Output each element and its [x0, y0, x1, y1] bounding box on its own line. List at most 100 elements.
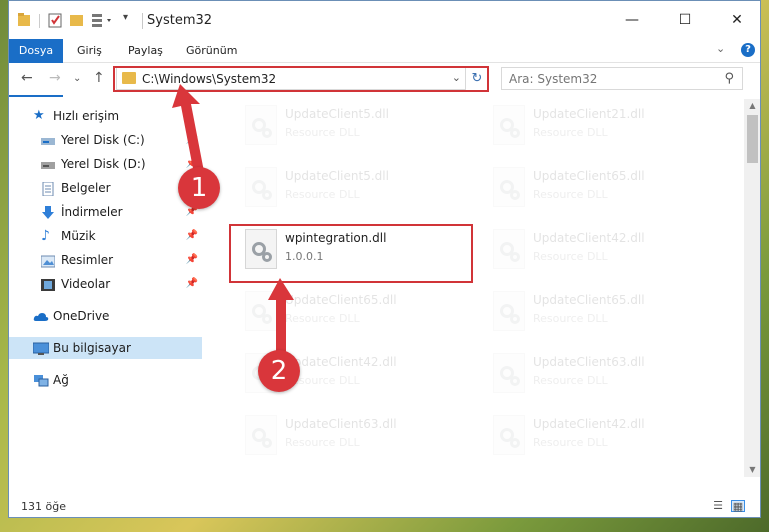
videos-icon [41, 277, 55, 291]
cloud-icon [33, 309, 49, 323]
file-description: Resource DLL [533, 126, 608, 139]
dll-file-icon [493, 167, 525, 207]
new-folder-icon[interactable] [69, 12, 85, 30]
vertical-scrollbar[interactable]: ▲ ▼ [744, 99, 760, 477]
file-item[interactable]: UpdateClient5.dll Resource DLL [229, 161, 461, 219]
file-name: UpdateClient21.dll [533, 107, 645, 121]
step-badge-2: 2 [258, 350, 300, 392]
minimize-button[interactable]: — [609, 1, 655, 39]
dll-file-icon [493, 415, 525, 455]
sidebar-item-label: Bu bilgisayar [53, 341, 131, 355]
title-separator [142, 13, 143, 29]
file-item[interactable]: UpdateClient65.dll Resource DLL [477, 161, 709, 219]
expand-ribbon-icon[interactable]: ⌄ [716, 42, 725, 55]
sidebar-item-label: Resimler [61, 253, 114, 267]
sidebar-item-label: İndirmeler [61, 205, 123, 219]
maximize-button[interactable]: ☐ [662, 1, 708, 39]
tab-share[interactable]: Paylaş [116, 39, 175, 63]
sidebar-item-this-pc[interactable]: Bu bilgisayar [9, 337, 202, 359]
tab-home[interactable]: Giriş [65, 39, 114, 63]
file-highlight-box [229, 224, 473, 283]
file-name: UpdateClient42.dll [533, 417, 645, 431]
chevron-down-icon[interactable]: ▾ [123, 12, 133, 30]
file-item[interactable]: UpdateClient65.dll Resource DLL [477, 285, 709, 343]
computer-icon [32, 341, 50, 355]
dll-file-icon [245, 415, 277, 455]
scroll-down-icon[interactable]: ▼ [744, 463, 760, 477]
scrollbar-thumb[interactable] [747, 115, 758, 163]
music-icon: ♪ [41, 228, 50, 244]
file-description: Resource DLL [533, 188, 608, 201]
close-button[interactable]: ✕ [714, 1, 760, 39]
forward-button[interactable]: → [49, 70, 61, 86]
file-item[interactable]: UpdateClient5.dll Resource DLL [229, 99, 461, 157]
dll-file-icon [245, 105, 277, 145]
step-badge-1: 1 [178, 167, 220, 209]
file-name: UpdateClient42.dll [285, 355, 397, 369]
file-name: UpdateClient5.dll [285, 169, 389, 183]
network-icon [33, 373, 49, 387]
dll-file-icon [493, 291, 525, 331]
properties-icon[interactable] [47, 12, 63, 30]
sidebar-item-label: Hızlı erişim [53, 109, 120, 123]
item-count: 131 öğe [21, 500, 66, 513]
sidebar-item-label: Ağ [53, 373, 69, 387]
downloads-icon [41, 205, 55, 219]
sidebar-item-videos[interactable]: Videolar 📌 [9, 273, 202, 295]
documents-icon [41, 181, 55, 197]
file-name: UpdateClient65.dll [533, 293, 645, 307]
dll-file-icon [493, 353, 525, 393]
file-description: Resource DLL [533, 374, 608, 387]
sidebar-item-label: Belgeler [61, 181, 111, 195]
pin-icon[interactable]: 📌 [186, 249, 198, 271]
window-title: System32 [147, 13, 213, 28]
customize-quick-access-icon[interactable] [91, 12, 117, 30]
help-icon[interactable]: ? [741, 43, 755, 57]
sidebar-item-label: Yerel Disk (C:) [61, 133, 145, 147]
back-button[interactable]: ← [21, 70, 33, 86]
status-bar: 131 öğe ☰ ▦ [9, 495, 760, 517]
dll-file-icon [493, 229, 525, 269]
tiles-view-icon[interactable]: ▦ [731, 500, 745, 513]
file-name: UpdateClient65.dll [533, 169, 645, 183]
file-name: UpdateClient42.dll [533, 231, 645, 245]
pin-icon[interactable]: 📌 [186, 273, 198, 295]
annotation-arrow-2 [268, 278, 294, 354]
sidebar-item-downloads[interactable]: İndirmeler 📌 [9, 201, 202, 223]
file-description: Resource DLL [533, 250, 608, 263]
sidebar-item-label: Videolar [61, 277, 111, 291]
file-item[interactable]: UpdateClient63.dll Resource DLL [477, 347, 709, 405]
details-view-icon[interactable]: ☰ [711, 500, 725, 512]
search-input[interactable] [502, 68, 702, 89]
sidebar-item-music[interactable]: ♪ Müzik 📌 [9, 225, 202, 247]
pin-icon[interactable]: 📌 [186, 225, 198, 247]
dll-file-icon [245, 167, 277, 207]
ribbon-tabs: Dosya Giriş Paylaş Görünüm ⌄ ? [9, 39, 760, 97]
navigation-bar: ← → ⌄ ↑ C:\Windows\System32 ⌄ ↻ ⚲ [9, 63, 760, 95]
drive-icon [41, 157, 55, 171]
file-item[interactable]: UpdateClient42.dll Resource DLL [477, 409, 709, 467]
file-name: UpdateClient63.dll [533, 355, 645, 369]
file-description: Resource DLL [533, 312, 608, 325]
up-button[interactable]: ↑ [93, 70, 105, 86]
search-box[interactable]: ⚲ [501, 67, 743, 90]
tab-view[interactable]: Görünüm [174, 39, 249, 63]
drive-icon [41, 133, 55, 147]
sidebar-item-onedrive[interactable]: OneDrive [9, 305, 202, 327]
file-name: UpdateClient5.dll [285, 107, 389, 121]
file-description: Resource DLL [285, 436, 360, 449]
file-item[interactable]: UpdateClient63.dll Resource DLL [229, 409, 461, 467]
recent-locations-chevron-icon[interactable]: ⌄ [73, 73, 81, 84]
file-description: Resource DLL [285, 126, 360, 139]
file-item[interactable]: UpdateClient42.dll Resource DLL [477, 223, 709, 281]
file-item[interactable]: UpdateClient21.dll Resource DLL [477, 99, 709, 157]
title-bar: ▾ System32 — ☐ ✕ [9, 1, 760, 39]
sidebar-item-network[interactable]: Ağ [9, 369, 202, 391]
sidebar-item-label: Yerel Disk (D:) [61, 157, 146, 171]
star-icon: ★ [33, 108, 45, 123]
search-icon[interactable]: ⚲ [724, 71, 734, 86]
file-description: Resource DLL [285, 188, 360, 201]
sidebar-item-pictures[interactable]: Resimler 📌 [9, 249, 202, 271]
scroll-up-icon[interactable]: ▲ [744, 99, 760, 113]
explorer-window: ▾ System32 — ☐ ✕ Dosya Giriş Paylaş Görü… [8, 0, 761, 518]
